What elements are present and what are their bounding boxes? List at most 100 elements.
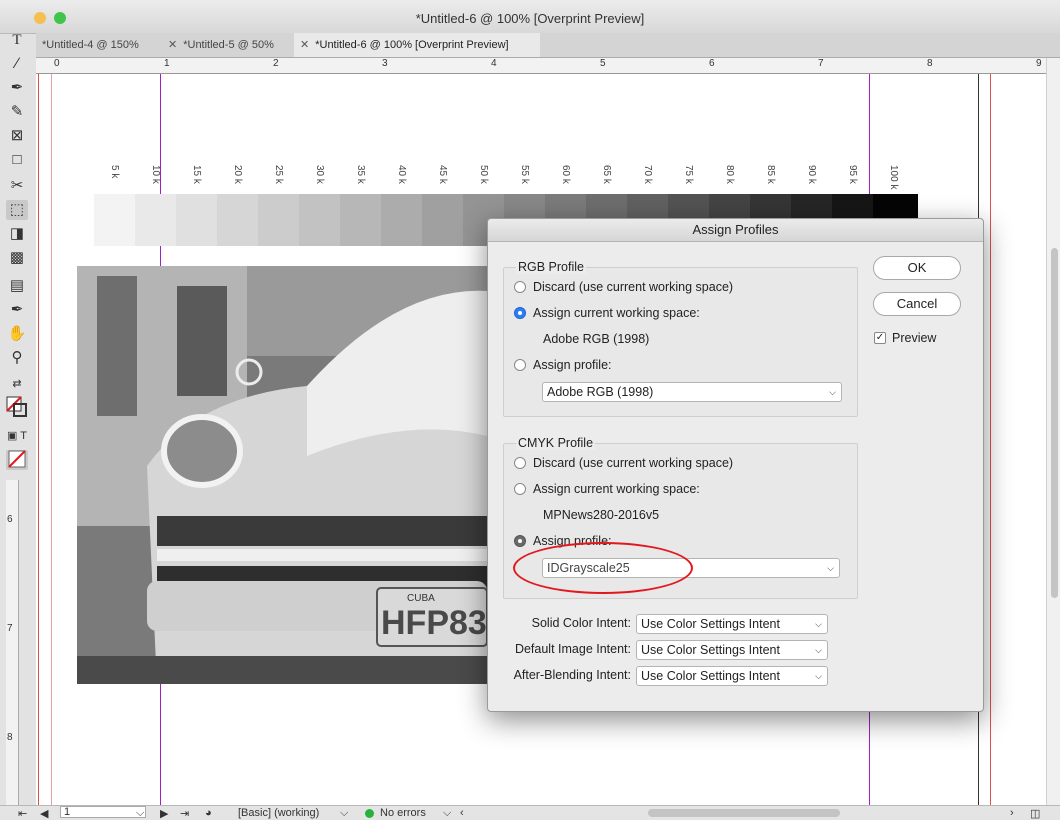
- rgb-profile-select[interactable]: Adobe RGB (1998) ⌵: [542, 382, 842, 402]
- car-photo: CUBA HFP83: [77, 266, 487, 684]
- rgb-assign-profile-radio[interactable]: [514, 359, 526, 371]
- apply-none-icon[interactable]: [6, 450, 28, 470]
- last-page-icon[interactable]: ⇥: [180, 807, 189, 820]
- chevron-down-icon[interactable]: ⌵: [443, 807, 451, 820]
- gray-swatch: [217, 194, 259, 246]
- tab-label: *Untitled-4 @ 150%: [42, 39, 139, 51]
- after-blending-intent-select[interactable]: Use Color Settings Intent ⌵: [636, 666, 828, 686]
- step-label: 20 k: [232, 165, 243, 184]
- ok-button[interactable]: OK: [873, 256, 961, 280]
- default-colors-icon[interactable]: ⇄: [6, 374, 28, 394]
- working-style-label[interactable]: [Basic] (working): [238, 807, 319, 819]
- dialog-title: Assign Profiles: [488, 219, 983, 242]
- horizontal-ruler: 0 1 2 3 4 5 6 7 8 9: [36, 58, 1048, 74]
- cmyk-assign-profile-radio[interactable]: [514, 535, 526, 547]
- eyedropper-tool-icon[interactable]: ✒: [6, 300, 28, 320]
- gray-swatch: [258, 194, 300, 246]
- default-image-intent-select[interactable]: Use Color Settings Intent ⌵: [636, 640, 828, 660]
- preflight-status-label[interactable]: No errors: [380, 807, 426, 819]
- ruler-number: 6: [7, 514, 13, 525]
- cmyk-assign-current-label[interactable]: Assign current working space:: [533, 482, 700, 496]
- step-label: 90 k: [806, 165, 817, 184]
- chevron-down-icon[interactable]: ⌵: [136, 807, 144, 820]
- cmyk-discard-label[interactable]: Discard (use current working space): [533, 456, 733, 470]
- scroll-left-icon[interactable]: ‹: [460, 807, 464, 819]
- tab-untitled-5[interactable]: ✕ *Untitled-5 @ 50%: [162, 33, 294, 57]
- step-label: 40 k: [396, 165, 407, 184]
- gray-swatch: [299, 194, 341, 246]
- preview-checkbox[interactable]: ✓: [874, 332, 886, 344]
- formatting-affects-container-icon[interactable]: ▣ T: [6, 426, 28, 446]
- rgb-assign-current-radio[interactable]: [514, 307, 526, 319]
- chevron-down-icon: ⌵: [815, 671, 822, 681]
- step-label: 30 k: [314, 165, 325, 184]
- gradient-feather-tool-icon[interactable]: ▩: [6, 248, 28, 268]
- window-titlebar: *Untitled-6 @ 100% [Overprint Preview]: [0, 0, 1060, 34]
- open-document-icon[interactable]: ◕: [205, 807, 212, 819]
- chevron-down-icon[interactable]: ⌵: [340, 807, 348, 820]
- rgb-discard-radio[interactable]: [514, 281, 526, 293]
- scroll-right-icon[interactable]: ›: [1010, 807, 1014, 819]
- step-label: 70 k: [642, 165, 653, 184]
- rgb-assign-profile-label[interactable]: Assign profile:: [533, 358, 612, 372]
- next-page-icon[interactable]: ▶: [160, 807, 168, 820]
- rectangle-frame-tool-icon[interactable]: ⊠: [6, 126, 28, 146]
- gray-swatch: [381, 194, 423, 246]
- cmyk-group-label: CMYK Profile: [516, 436, 596, 450]
- car-photo-frame[interactable]: CUBA HFP83: [77, 266, 487, 684]
- preview-label[interactable]: Preview: [892, 331, 936, 345]
- scissors-tool-icon[interactable]: ✂: [6, 176, 28, 196]
- step-label: 35 k: [355, 165, 366, 184]
- note-tool-icon[interactable]: ▤: [6, 276, 28, 296]
- free-transform-tool-icon[interactable]: ⬚: [6, 200, 28, 220]
- gray-swatch: [422, 194, 464, 246]
- plate-text: HFP83: [381, 604, 487, 642]
- step-label: 50 k: [478, 165, 489, 184]
- vertical-scroll-thumb[interactable]: [1051, 248, 1058, 598]
- tab-untitled-6[interactable]: ✕ *Untitled-6 @ 100% [Overprint Preview]: [294, 33, 540, 57]
- default-image-intent-label: Default Image Intent:: [514, 642, 631, 656]
- close-tab-icon[interactable]: ✕: [168, 39, 177, 51]
- vertical-scrollbar[interactable]: [1046, 58, 1060, 805]
- fill-stroke-swatch-icon[interactable]: [6, 396, 28, 417]
- bleed-guide: [990, 74, 991, 805]
- rgb-current-space-value: Adobe RGB (1998): [543, 332, 650, 346]
- preflight-status-icon: [365, 809, 374, 818]
- tab-untitled-4[interactable]: *Untitled-4 @ 150%: [36, 33, 162, 57]
- margin-guide: [51, 74, 52, 805]
- previous-page-icon[interactable]: ◀: [40, 807, 48, 820]
- first-page-icon[interactable]: ⇤: [18, 807, 27, 820]
- solid-color-intent-label: Solid Color Intent:: [531, 616, 631, 630]
- close-tab-icon[interactable]: ✕: [300, 39, 309, 51]
- pencil-tool-icon[interactable]: ✎: [6, 102, 28, 122]
- document-tabs: *Untitled-4 @ 150% ✕ *Untitled-5 @ 50% ✕ *…: [36, 33, 1060, 58]
- status-bar: ⇤ ◀ 1 ⌵ ▶ ⇥ ◕ [Basic] (working) ⌵ No err…: [0, 805, 1060, 820]
- rgb-profile-value: Adobe RGB (1998): [547, 385, 654, 399]
- chevron-down-icon: ⌵: [815, 645, 822, 655]
- page-number-field[interactable]: 1: [60, 806, 146, 818]
- gray-swatch: [176, 194, 218, 246]
- vertical-ruler: 6 7 8: [6, 480, 19, 805]
- step-label: 75 k: [683, 165, 694, 184]
- rgb-assign-current-label[interactable]: Assign current working space:: [533, 306, 700, 320]
- cmyk-discard-radio[interactable]: [514, 457, 526, 469]
- cmyk-assign-current-radio[interactable]: [514, 483, 526, 495]
- tab-label: *Untitled-6 @ 100% [Overprint Preview]: [315, 39, 509, 51]
- gray-swatch: [340, 194, 382, 246]
- line-tool-icon[interactable]: ∕: [6, 54, 28, 74]
- zoom-tool-icon[interactable]: ⚲: [6, 348, 28, 368]
- gradient-tool-icon[interactable]: ◨: [6, 224, 28, 244]
- rectangle-tool-icon[interactable]: □: [6, 150, 28, 170]
- horizontal-scroll-thumb[interactable]: [648, 809, 840, 817]
- ruler-number: 4: [491, 58, 497, 69]
- split-window-icon[interactable]: ◫: [1030, 807, 1040, 820]
- solid-color-intent-value: Use Color Settings Intent: [641, 617, 780, 631]
- ruler-number: 8: [7, 732, 13, 743]
- hand-tool-icon[interactable]: ✋: [6, 324, 28, 344]
- chevron-down-icon: ⌵: [829, 387, 836, 397]
- cancel-button[interactable]: Cancel: [873, 292, 961, 316]
- pen-tool-icon[interactable]: ✒: [6, 78, 28, 98]
- rgb-discard-label[interactable]: Discard (use current working space): [533, 280, 733, 294]
- after-blending-intent-value: Use Color Settings Intent: [641, 669, 780, 683]
- solid-color-intent-select[interactable]: Use Color Settings Intent ⌵: [636, 614, 828, 634]
